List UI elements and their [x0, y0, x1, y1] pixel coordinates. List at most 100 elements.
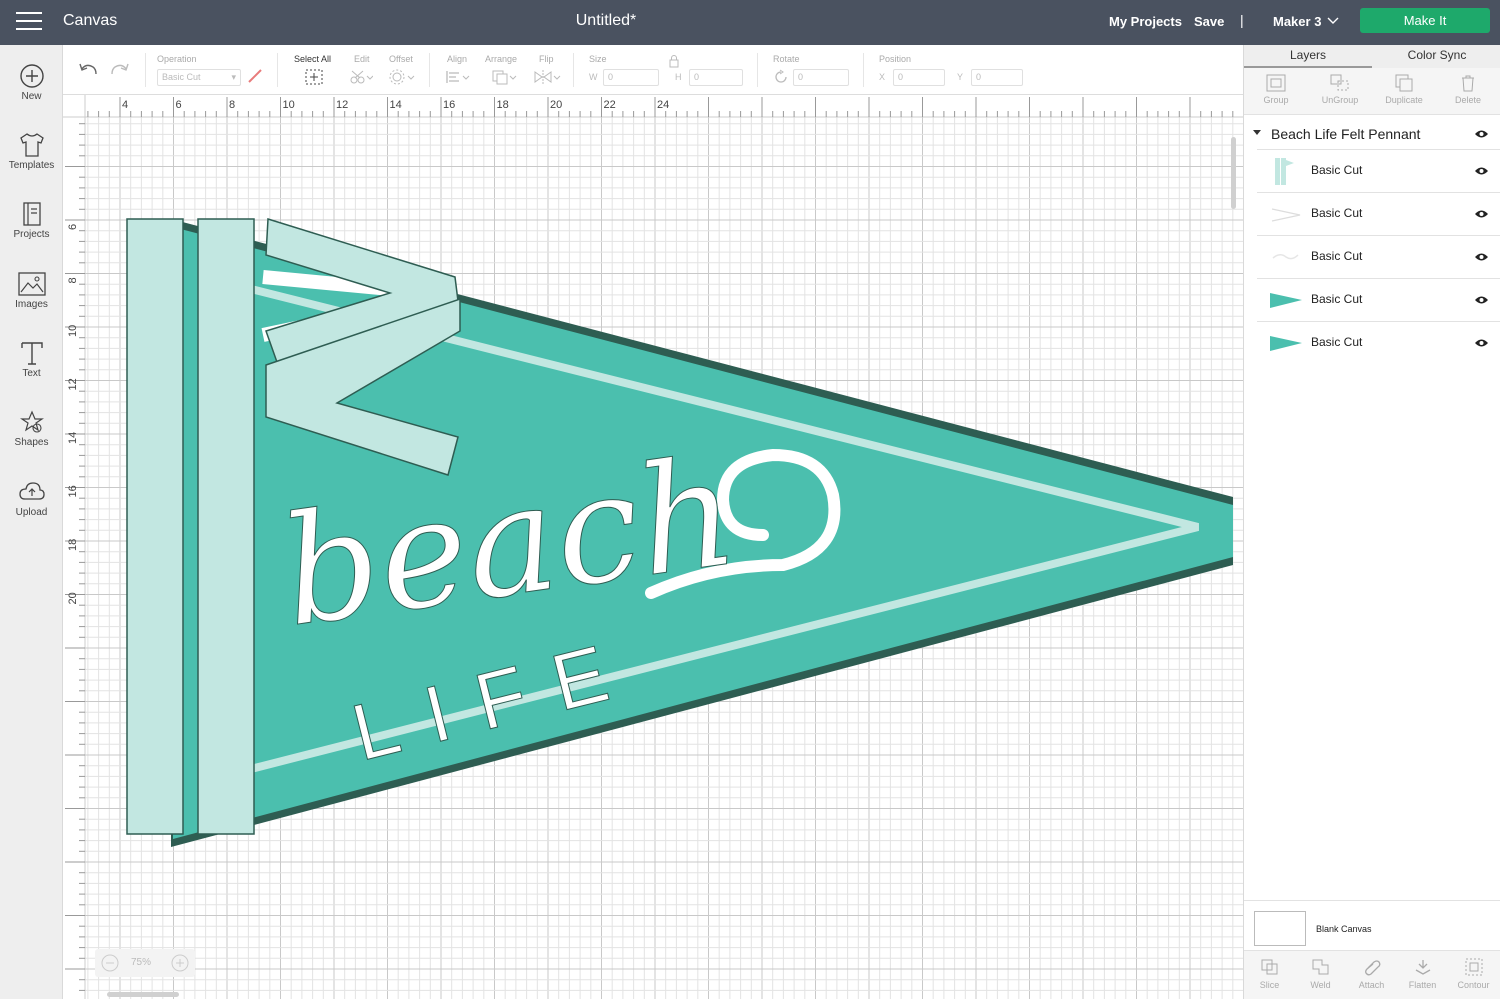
blank-canvas-swatch[interactable]: [1254, 911, 1306, 946]
eye-icon[interactable]: [1474, 295, 1489, 305]
duplicate-button[interactable]: Duplicate: [1372, 68, 1436, 115]
chevron-down-icon[interactable]: [1326, 14, 1340, 28]
notebook-icon: [22, 202, 41, 226]
layer-row[interactable]: Basic Cut: [1257, 192, 1500, 235]
vertical-scrollbar[interactable]: [1231, 137, 1236, 209]
ruler-left-label: 6: [67, 224, 79, 230]
make-it-button[interactable]: Make It: [1360, 8, 1490, 33]
rotate-field[interactable]: 0: [793, 69, 849, 86]
operation-value: Basic Cut: [162, 72, 201, 82]
save-link[interactable]: Save: [1194, 14, 1224, 29]
position-label: Position: [879, 54, 912, 64]
select-all-icon[interactable]: [305, 69, 323, 85]
layer-thumbnail-pole: [1275, 158, 1294, 185]
sidebar-item-label: New: [21, 91, 42, 102]
eye-icon[interactable]: [1474, 129, 1489, 139]
caret-down-icon[interactable]: [1253, 130, 1261, 135]
sidebar-item-text[interactable]: Text: [0, 340, 63, 400]
rotate-icon[interactable]: [773, 69, 789, 85]
undo-icon[interactable]: [77, 60, 99, 78]
pole-segment-right[interactable]: [197, 218, 255, 835]
design-canvas[interactable]: 4 6 8 10 12 14 16 18 20 22 24 6 8 10 12 14 16 18 20 beach …: [63, 95, 1243, 999]
layer-group-row[interactable]: Beach Life Felt Pennant: [1244, 119, 1500, 149]
sidebar-item-templates[interactable]: Templates: [0, 132, 63, 192]
x-position-field[interactable]: 0: [893, 69, 945, 86]
top-bar: Canvas Untitled* My Projects Save | Make…: [0, 0, 1500, 45]
ruler-top-label: 4: [122, 99, 128, 111]
eye-icon[interactable]: [1474, 338, 1489, 348]
sidebar-item-label: Text: [22, 368, 41, 379]
tab-layers[interactable]: Layers: [1244, 48, 1372, 62]
my-projects-link[interactable]: My Projects: [1109, 14, 1182, 29]
toolbar-separator: [757, 53, 758, 87]
weld-icon: [1312, 959, 1328, 975]
weld-button[interactable]: Weld: [1295, 951, 1346, 999]
flip-label: Flip: [539, 54, 554, 64]
layer-row[interactable]: Basic Cut: [1257, 235, 1500, 278]
layer-group-name: Beach Life Felt Pennant: [1271, 126, 1421, 142]
toolbar-separator: [573, 53, 574, 87]
x-label: X: [879, 72, 886, 82]
top-separator: |: [1240, 12, 1244, 28]
group-button[interactable]: Group: [1244, 68, 1308, 115]
eye-icon[interactable]: [1474, 252, 1489, 262]
slice-label: Slice: [1259, 980, 1280, 990]
slice-button[interactable]: Slice: [1244, 951, 1295, 999]
layer-row[interactable]: Basic Cut: [1257, 278, 1500, 321]
edit-scissors-icon[interactable]: [349, 69, 373, 85]
blank-canvas-row[interactable]: Blank Canvas: [1244, 900, 1500, 950]
horizontal-scrollbar[interactable]: [107, 992, 179, 997]
layer-row[interactable]: Basic Cut: [1257, 321, 1500, 364]
ruler-top-label: 12: [336, 99, 348, 111]
sidebar-item-shapes[interactable]: Shapes: [0, 409, 63, 469]
zoom-level: 75%: [131, 957, 152, 968]
eye-icon[interactable]: [1474, 166, 1489, 176]
sidebar-item-label: Images: [15, 299, 48, 310]
zoom-in-icon[interactable]: [171, 954, 189, 972]
eye-icon[interactable]: [1474, 209, 1489, 219]
ungroup-button[interactable]: UnGroup: [1308, 68, 1372, 115]
sidebar-item-upload[interactable]: Upload: [0, 479, 63, 539]
layer-thumbnail-outline: [1271, 208, 1301, 222]
layer-thumbnail-pennant: [1270, 293, 1302, 308]
flatten-button[interactable]: Flatten: [1397, 951, 1448, 999]
operation-select[interactable]: Basic Cut ▾: [157, 69, 241, 86]
y-label: Y: [957, 72, 964, 82]
layer-name: Basic Cut: [1311, 249, 1363, 263]
y-position-field[interactable]: 0: [971, 69, 1023, 86]
zoom-out-icon[interactable]: [101, 954, 119, 972]
size-label: Size: [589, 54, 607, 64]
delete-label: Delete: [1454, 95, 1481, 105]
attach-button[interactable]: Attach: [1346, 951, 1397, 999]
arrange-icon[interactable]: [491, 69, 517, 85]
sidebar-item-projects[interactable]: Projects: [0, 201, 63, 261]
align-icon[interactable]: [445, 69, 471, 85]
offset-icon[interactable]: [389, 69, 415, 85]
trash-icon: [1462, 75, 1474, 92]
sidebar-item-label: Projects: [13, 229, 50, 240]
delete-button[interactable]: Delete: [1436, 68, 1500, 115]
flip-icon[interactable]: [533, 69, 561, 85]
layer-thumbnail-pennant: [1270, 336, 1302, 351]
contour-button[interactable]: Contour: [1448, 951, 1499, 999]
height-field[interactable]: 0: [689, 69, 743, 86]
width-field[interactable]: 0: [603, 69, 659, 86]
arrange-label: Arrange: [485, 54, 518, 64]
tshirt-icon: [19, 133, 44, 157]
operation-label: Operation: [157, 54, 197, 64]
ruler-top-label: 10: [283, 99, 295, 111]
lock-icon[interactable]: [668, 54, 680, 68]
sidebar-item-label: Templates: [8, 160, 55, 171]
document-title[interactable]: Untitled*: [0, 12, 1212, 30]
pen-color-icon[interactable]: [247, 68, 263, 84]
toolbar-separator: [145, 53, 146, 87]
pole-segment-left[interactable]: [126, 218, 184, 835]
redo-icon[interactable]: [109, 60, 131, 78]
sidebar-item-images[interactable]: Images: [0, 271, 63, 331]
sidebar-item-new[interactable]: New: [0, 63, 63, 123]
tab-color-sync[interactable]: Color Sync: [1373, 48, 1500, 62]
machine-selector[interactable]: Maker 3: [1273, 14, 1321, 29]
layer-thumbnail-text: [1272, 254, 1299, 260]
layer-row[interactable]: Basic Cut: [1257, 149, 1500, 192]
flatten-label: Flatten: [1408, 980, 1437, 990]
